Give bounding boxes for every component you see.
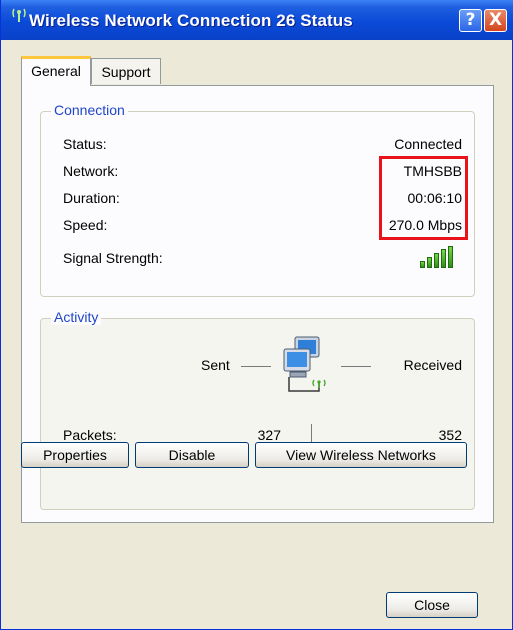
sent-label: Sent [201,357,230,373]
title-bar[interactable]: Wireless Network Connection 26 Status ? … [1,0,513,40]
speed-label: Speed: [63,217,108,233]
connection-group: Connection Status: Connected Network: TM… [40,102,475,297]
tab-support[interactable]: Support [91,58,161,84]
status-label: Status: [63,136,107,152]
received-line [341,366,371,367]
help-button[interactable]: ? [459,9,482,32]
packets-label: Packets: [63,427,117,443]
network-computers-icon [281,335,331,395]
duration-label: Duration: [63,190,120,206]
disable-button[interactable]: Disable [135,442,249,468]
title-close-button[interactable]: X [484,9,507,32]
properties-button[interactable]: Properties [21,442,129,468]
status-dialog: Wireless Network Connection 26 Status ? … [0,0,513,630]
wireless-antenna-icon [11,6,27,27]
status-value: Connected [394,136,462,152]
tab-general[interactable]: General [21,56,91,86]
view-wireless-networks-button[interactable]: View Wireless Networks [255,442,467,468]
red-highlight-box [379,156,468,240]
activity-group-title: Activity [51,309,102,325]
packets-received-value: 352 [438,427,462,443]
received-label: Received [403,357,462,373]
signal-strength-label: Signal Strength: [63,250,163,266]
sent-line [241,366,271,367]
activity-group: Activity Sent Received Packets: 327 352 [40,309,475,510]
window-title: Wireless Network Connection 26 Status [29,11,353,30]
close-button[interactable]: Close [386,592,478,618]
signal-strength-icon [420,246,460,268]
connection-group-title: Connection [51,102,128,118]
network-label: Network: [63,163,119,179]
packets-sent-value: 327 [257,427,281,443]
